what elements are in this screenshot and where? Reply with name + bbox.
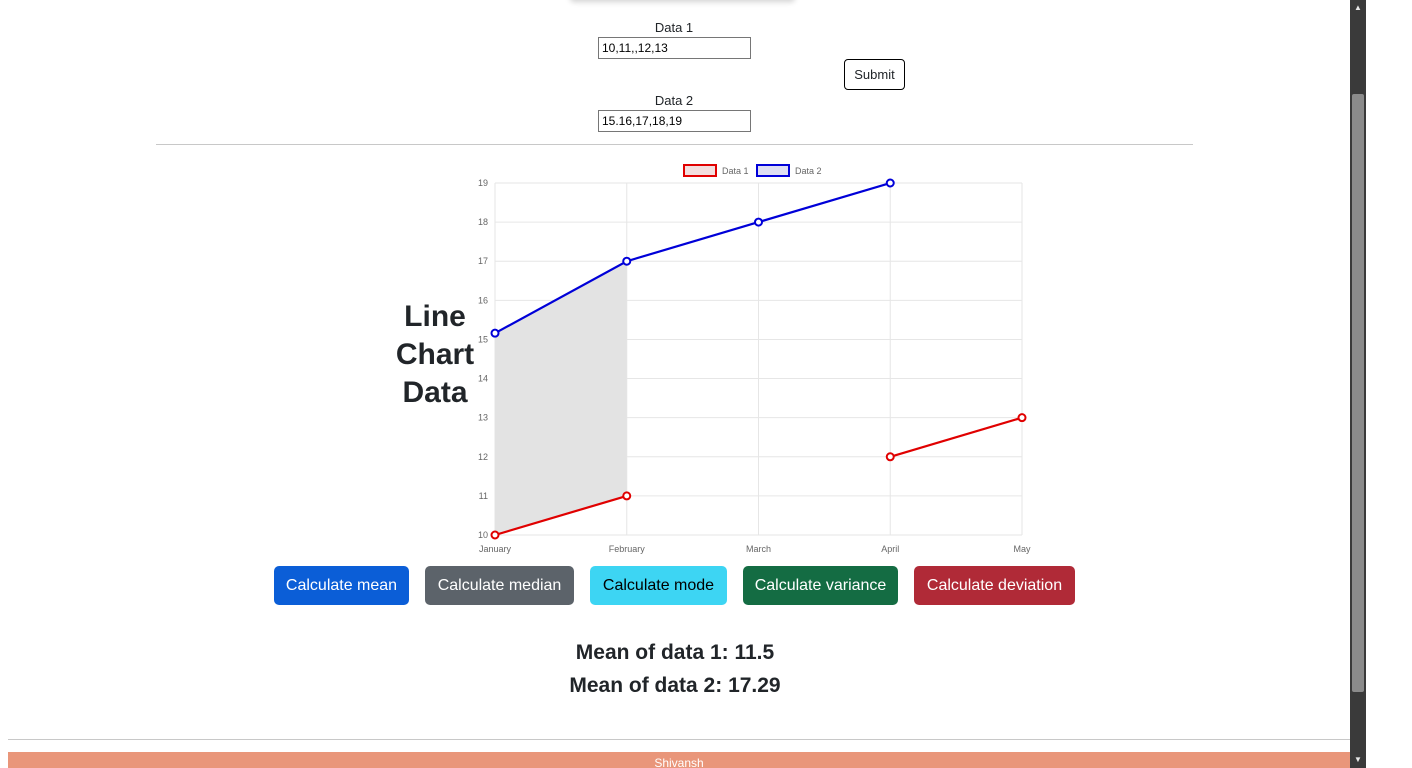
calculate-variance-button[interactable]: Calculate variance bbox=[743, 566, 898, 605]
calculate-mode-button[interactable]: Calculate mode bbox=[590, 566, 727, 605]
y-tick-label: 15 bbox=[478, 334, 488, 344]
data-point bbox=[1017, 413, 1027, 423]
legend-label: Data 2 bbox=[795, 166, 822, 176]
calculate-median-button[interactable]: Calculate median bbox=[425, 566, 574, 605]
y-tick-label: 14 bbox=[478, 374, 488, 384]
mean-data1-result: Mean of data 1: 11.5 bbox=[575, 641, 775, 664]
section-divider bbox=[156, 144, 1193, 145]
legend-swatch bbox=[683, 164, 717, 177]
data-point bbox=[754, 217, 763, 227]
line-chart: 10 11 12 13 14 15 16 17 18 19 January February March… bbox=[478, 164, 1031, 554]
y-tick-label: 13 bbox=[478, 413, 488, 423]
vertical-scrollbar[interactable]: ▲ ▼ bbox=[1350, 0, 1366, 768]
data2-input[interactable] bbox=[598, 110, 751, 132]
footer-divider bbox=[8, 739, 1350, 740]
data-point bbox=[622, 256, 632, 266]
legend-swatch bbox=[756, 164, 790, 177]
data1-label: Data 1 bbox=[654, 20, 694, 35]
data-point bbox=[490, 530, 500, 540]
submit-button[interactable]: Submit bbox=[844, 59, 905, 90]
data-point bbox=[622, 491, 632, 501]
scrollbar-thumb[interactable] bbox=[1352, 94, 1364, 692]
y-tick-label: 12 bbox=[478, 452, 488, 462]
mean-data2-result: Mean of data 2: 17.29 bbox=[569, 674, 781, 697]
legend-label: Data 1 bbox=[722, 166, 749, 176]
x-tick-label: February bbox=[609, 544, 646, 554]
scroll-up-arrow-icon[interactable]: ▲ bbox=[1350, 0, 1366, 16]
y-tick-label: 16 bbox=[478, 295, 488, 305]
series-line bbox=[889, 416, 1023, 458]
y-tick-label: 11 bbox=[479, 491, 488, 501]
y-tick-label: 17 bbox=[478, 256, 488, 266]
data-point bbox=[885, 452, 895, 462]
calculate-mean-button[interactable]: Calculate mean bbox=[274, 566, 409, 605]
x-tick-label: March bbox=[746, 544, 771, 554]
footer-bar: Shivansh bbox=[8, 752, 1350, 768]
y-tick-label: 10 bbox=[478, 530, 488, 540]
main-content: Data 1 Submit Data 2 Line Chart Data 101… bbox=[0, 0, 1350, 768]
y-tick-label: 18 bbox=[478, 217, 488, 227]
calculate-deviation-button[interactable]: Calculate deviation bbox=[914, 566, 1075, 605]
data-point bbox=[885, 178, 895, 188]
data-point bbox=[490, 328, 500, 338]
x-tick-label: January bbox=[479, 544, 512, 554]
series-fill-area bbox=[495, 261, 627, 535]
y-tick-label: 19 bbox=[478, 178, 488, 188]
x-tick-label: May bbox=[1013, 544, 1031, 554]
data2-label: Data 2 bbox=[654, 93, 694, 108]
data1-input[interactable] bbox=[598, 37, 751, 59]
scroll-down-arrow-icon[interactable]: ▼ bbox=[1350, 752, 1366, 768]
footer-text: Shivansh bbox=[654, 756, 704, 768]
x-tick-label: April bbox=[881, 544, 899, 554]
